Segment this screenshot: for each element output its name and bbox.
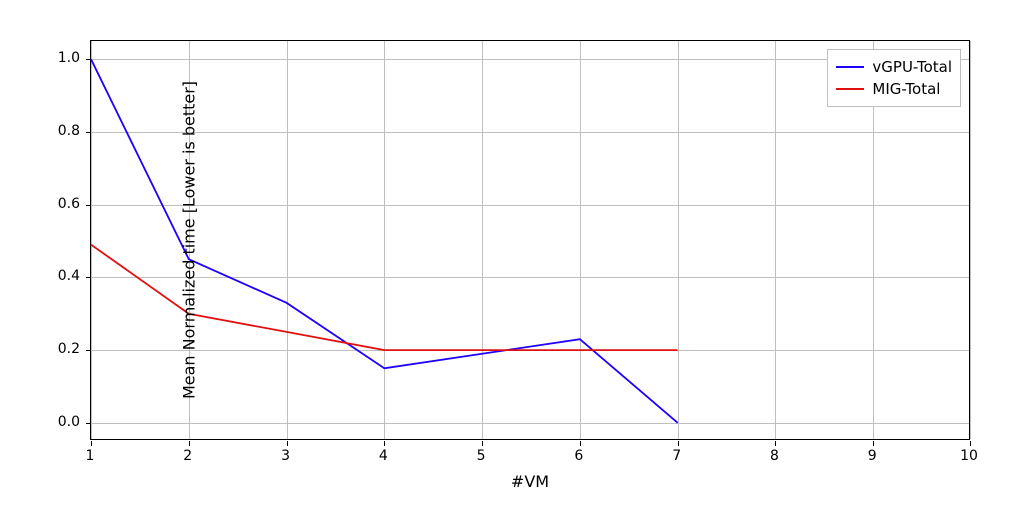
y-axis-label: Mean Normalized time [Lower is better] (180, 81, 199, 399)
tick (873, 441, 874, 446)
x-tick-label: 5 (477, 448, 486, 464)
y-tick-label: 0.4 (40, 268, 80, 284)
legend-label: vGPU-Total (872, 58, 952, 76)
y-tick-label: 1.0 (40, 50, 80, 66)
legend-swatch (836, 66, 864, 68)
plot-area: vGPU-Total MIG-Total (90, 40, 970, 440)
legend: vGPU-Total MIG-Total (827, 49, 961, 107)
x-tick-label: 10 (960, 448, 978, 464)
x-axis-label: #VM (511, 472, 549, 491)
y-tick-label: 0.6 (40, 196, 80, 212)
x-tick-label: 7 (672, 448, 681, 464)
legend-entry-vgpu-total: vGPU-Total (836, 56, 952, 78)
y-tick-label: 0.2 (40, 341, 80, 357)
x-tick-label: 2 (183, 448, 192, 464)
legend-entry-mig-total: MIG-Total (836, 78, 952, 100)
chart-container: vGPU-Total MIG-Total 1 2 3 4 5 6 7 8 9 1… (90, 40, 970, 440)
tick (970, 441, 971, 446)
tick (775, 441, 776, 446)
x-tick-label: 8 (770, 448, 779, 464)
y-tick-label: 0.0 (40, 414, 80, 430)
tick (580, 441, 581, 446)
x-tick-label: 9 (868, 448, 877, 464)
tick (91, 441, 92, 446)
legend-label: MIG-Total (872, 80, 940, 98)
tick (482, 441, 483, 446)
tick (189, 441, 190, 446)
legend-swatch (836, 88, 864, 90)
y-tick-label: 0.8 (40, 123, 80, 139)
x-tick-label: 4 (379, 448, 388, 464)
tick (678, 441, 679, 446)
x-tick-label: 1 (86, 448, 95, 464)
x-tick-label: 6 (574, 448, 583, 464)
tick (287, 441, 288, 446)
x-tick-label: 3 (281, 448, 290, 464)
tick (384, 441, 385, 446)
